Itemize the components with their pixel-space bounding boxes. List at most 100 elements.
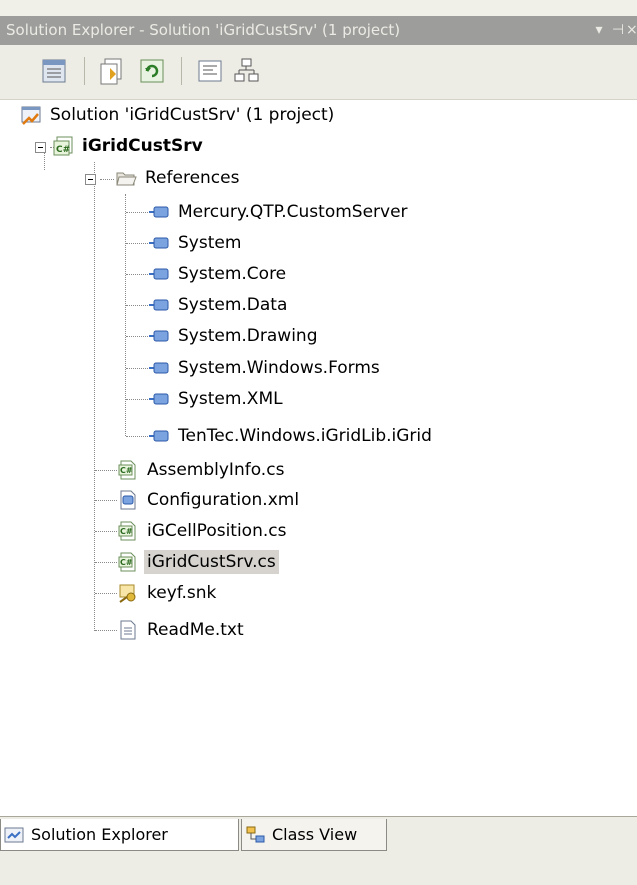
toolbar-separator <box>84 57 85 85</box>
file-item[interactable]: C# iGridCustSrv.cs <box>117 548 279 576</box>
folder-open-icon <box>116 172 137 186</box>
file-item[interactable]: C# AssemblyInfo.cs <box>117 456 287 484</box>
tree-line <box>100 179 114 180</box>
svg-text:C#: C# <box>120 466 133 475</box>
tree-line <box>95 630 117 631</box>
reference-item[interactable]: System.Windows.Forms <box>148 354 383 382</box>
reference-item[interactable]: System.Core <box>148 260 289 288</box>
xml-file-icon <box>120 490 136 510</box>
file-label: iGCellPosition.cs <box>147 521 287 541</box>
assembly-reference-icon <box>149 430 169 442</box>
tab-solution-explorer-label: Solution Explorer <box>31 825 168 844</box>
collapse-references-toggle[interactable] <box>85 174 96 185</box>
reference-label: System.Drawing <box>178 326 318 346</box>
reference-label: System.Windows.Forms <box>178 358 380 378</box>
reference-label: System.Data <box>178 295 288 315</box>
tree-line <box>126 368 148 369</box>
tree-line <box>126 336 148 337</box>
tree-line <box>126 305 148 306</box>
refresh-button[interactable] <box>137 56 167 86</box>
top-strip <box>0 0 637 16</box>
reference-item[interactable]: System.XML <box>148 385 286 413</box>
reference-item[interactable]: TenTec.Windows.iGridLib.iGrid <box>148 422 435 450</box>
project-label: iGridCustSrv <box>82 136 203 156</box>
class-diagram-button[interactable] <box>232 56 262 86</box>
toolbar-separator <box>181 57 182 85</box>
assembly-reference-icon <box>149 299 169 311</box>
toolbar <box>0 45 637 100</box>
reference-label: Mercury.QTP.CustomServer <box>178 202 408 222</box>
tab-class-view-label: Class View <box>272 825 358 844</box>
reference-label: TenTec.Windows.iGridLib.iGrid <box>178 426 432 446</box>
assembly-reference-icon <box>149 362 169 374</box>
file-label-selected: iGridCustSrv.cs <box>144 550 279 574</box>
properties-button[interactable] <box>40 56 70 86</box>
solution-explorer-tab-icon <box>4 827 24 842</box>
tree-line <box>126 399 148 400</box>
assembly-reference-icon <box>149 330 169 342</box>
close-icon[interactable]: × <box>626 16 637 45</box>
csharp-project-icon: C# <box>53 136 73 156</box>
references-node[interactable]: References <box>115 164 242 192</box>
tree-line <box>95 531 117 532</box>
solution-tree: Solution 'iGridCustSrv' (1 project) C# i… <box>0 100 637 816</box>
csharp-file-icon: C# <box>118 521 136 541</box>
tab-solution-explorer[interactable]: Solution Explorer <box>0 819 239 851</box>
file-item[interactable]: C# iGCellPosition.cs <box>117 517 289 545</box>
assembly-reference-icon <box>149 393 169 405</box>
bottom-tab-strip: Solution Explorer Class View <box>0 816 637 885</box>
window-position-dropdown-icon[interactable]: ▾ <box>590 16 608 45</box>
reference-item[interactable]: System <box>148 229 244 257</box>
window-title: Solution Explorer - Solution 'iGridCustS… <box>6 21 401 39</box>
tree-line <box>126 212 148 213</box>
tree-line <box>126 274 148 275</box>
svg-text:C#: C# <box>120 558 133 567</box>
class-diagram-icon <box>234 58 259 82</box>
tab-class-view[interactable]: Class View <box>241 819 387 851</box>
key-file-icon <box>119 584 136 603</box>
references-label: References <box>145 168 240 188</box>
reference-label: System.Core <box>178 264 287 284</box>
properties-icon <box>42 59 66 83</box>
solution-label: Solution 'iGridCustSrv' (1 project) <box>50 105 335 125</box>
file-label: ReadMe.txt <box>147 620 244 640</box>
file-label: Configuration.xml <box>147 490 300 510</box>
tree-line <box>95 593 117 594</box>
file-label: AssemblyInfo.cs <box>147 460 285 480</box>
file-item[interactable]: Configuration.xml <box>117 486 302 514</box>
solution-icon <box>21 106 41 125</box>
title-bar: Solution Explorer - Solution 'iGridCustS… <box>0 16 637 45</box>
assembly-reference-icon <box>149 237 169 249</box>
file-label: keyf.snk <box>147 583 217 603</box>
project-node[interactable]: C# iGridCustSrv <box>52 132 206 160</box>
tree-line <box>95 562 117 563</box>
file-item[interactable]: keyf.snk <box>117 579 219 607</box>
refresh-icon <box>140 59 164 83</box>
tree-line <box>94 162 95 631</box>
file-item[interactable]: ReadMe.txt <box>117 616 247 644</box>
reference-label: System.XML <box>178 389 283 409</box>
pin-icon[interactable]: ⊣ <box>609 16 627 45</box>
class-view-tab-icon <box>246 826 265 842</box>
tree-line <box>95 470 117 471</box>
tree-line <box>126 243 148 244</box>
show-all-files-button[interactable] <box>97 56 127 86</box>
reference-item[interactable]: System.Data <box>148 291 290 319</box>
csharp-file-icon: C# <box>118 460 136 480</box>
svg-text:C#: C# <box>120 527 133 536</box>
tree-line <box>95 500 117 501</box>
show-all-files-icon <box>100 58 122 85</box>
reference-label: System <box>178 233 242 253</box>
svg-text:C#: C# <box>56 145 70 155</box>
tree-line <box>126 436 148 437</box>
text-file-icon <box>120 620 136 640</box>
solution-node[interactable]: Solution 'iGridCustSrv' (1 project) <box>20 101 337 129</box>
assembly-reference-icon <box>149 206 169 218</box>
csharp-file-icon: C# <box>118 552 136 572</box>
reference-item[interactable]: Mercury.QTP.CustomServer <box>148 198 411 226</box>
collapse-project-toggle[interactable] <box>35 142 46 153</box>
view-code-icon <box>198 60 222 82</box>
reference-item[interactable]: System.Drawing <box>148 322 321 350</box>
view-code-button[interactable] <box>195 56 225 86</box>
assembly-reference-icon <box>149 268 169 280</box>
